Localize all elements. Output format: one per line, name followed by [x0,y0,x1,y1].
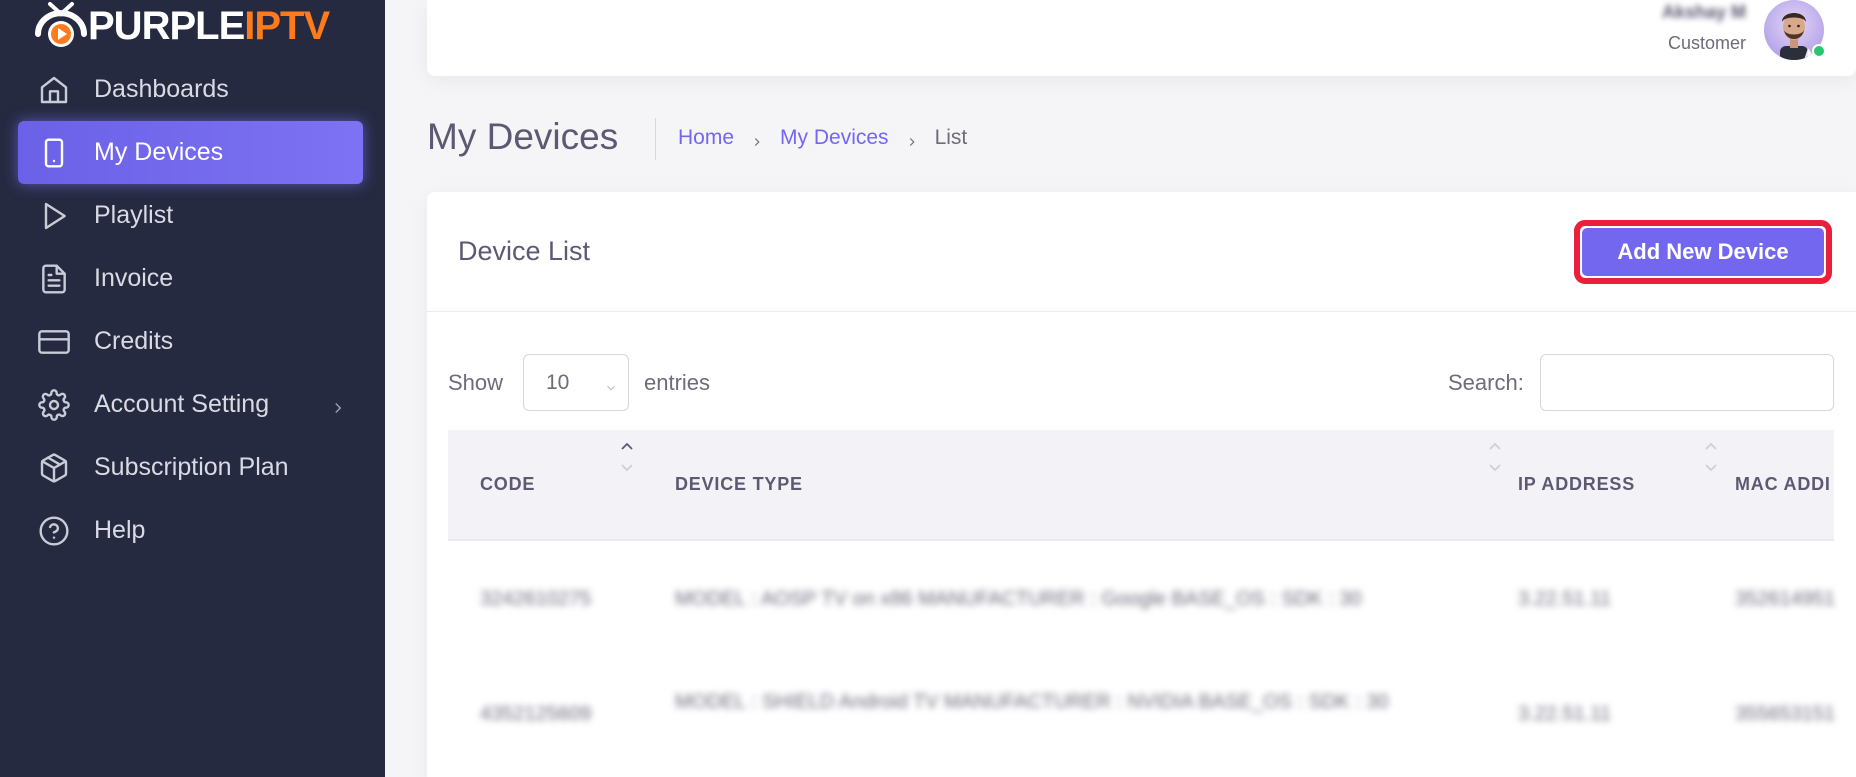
cell-device-type: MODEL : AOSP TV on x86 MANUFACTURER : Go… [675,588,1362,610]
package-icon [36,450,72,486]
chevron-right-icon [750,131,764,146]
credit-card-icon [36,324,72,360]
column-header-device-type[interactable]: DEVICE TYPE [675,474,803,495]
sidebar-item-playlist[interactable]: Playlist [18,184,363,247]
show-label: Show [448,370,504,395]
sort-icon[interactable] [1704,442,1718,477]
chevron-down-icon [604,377,618,391]
breadcrumb-current: List [934,126,968,149]
file-text-icon [36,261,72,297]
breadcrumb-home[interactable]: Home [678,126,734,150]
chevron-right-icon [905,131,919,146]
home-icon [36,72,72,108]
sidebar-item-label: Playlist [94,201,174,229]
cell-mac-address: 352614951 [1735,588,1836,610]
divider [427,311,1856,312]
sidebar-item-subscription-plan[interactable]: Subscription Plan [18,436,363,499]
brand-word-purple: PURPLE [88,4,245,48]
table-row[interactable]: 3242610275 MODEL : AOSP TV on x86 MANUFA… [448,543,1836,658]
sidebar-item-label: My Devices [94,138,224,166]
card-title: Device List [458,236,591,266]
search-input[interactable] [1540,354,1834,411]
page-size-value: 10 [546,370,570,394]
sidebar-item-dashboards[interactable]: Dashboards [18,58,363,121]
brand-word-iptv: IPTV [244,4,330,48]
breadcrumb-my-devices[interactable]: My Devices [780,126,889,150]
column-header-code[interactable]: CODE [480,474,535,495]
user-name[interactable]: Akshay M [1662,2,1746,23]
cell-mac-address: 355653151 [1735,703,1836,725]
tv-play-logo-icon [35,2,87,47]
column-header-ip-address[interactable]: IP ADDRESS [1518,474,1635,495]
table-header: CODE DEVICE TYPE IP ADDRESS MAC ADDI [448,430,1834,541]
gear-icon [36,387,72,423]
add-new-device-button[interactable]: Add New Device [1582,228,1824,276]
cell-ip-address: 3.22.51.11 [1518,703,1612,725]
search-label: Search: [1448,370,1524,395]
cell-code: 4352125609 [480,703,592,725]
heading-divider [655,118,656,160]
chevron-right-icon [329,395,347,414]
column-header-mac-address[interactable]: MAC ADDI [1735,474,1831,495]
entries-label: entries [644,370,711,395]
online-status-indicator [1812,44,1826,58]
page-size-select[interactable]: 10 [523,354,629,411]
brand-logo[interactable]: PURPLEIPTV [30,0,330,52]
sidebar-item-label: Help [94,516,146,544]
top-navbar: Akshay M Customer [427,0,1856,76]
smartphone-icon [36,135,72,171]
page-title: My Devices [427,116,619,157]
cell-device-type: MODEL : SHIELD Android TV MANUFACTURER :… [675,691,1389,713]
cell-code: 3242610275 [480,588,592,610]
sidebar-item-label: Dashboards [94,75,229,103]
sort-icon[interactable] [1488,442,1502,477]
brand-wordmark: PURPLEIPTV [88,4,330,48]
play-icon [36,198,72,234]
table-row[interactable]: 4352125609 MODEL : SHIELD Android TV MAN… [448,658,1836,773]
cell-ip-address: 3.22.51.11 [1518,588,1612,610]
sidebar-item-label: Subscription Plan [94,453,289,481]
sidebar-item-label: Account Setting [94,390,270,418]
sidebar-item-label: Invoice [94,264,174,292]
sidebar-nav: Dashboards My Devices Playlist Invoice C… [18,58,363,562]
sidebar-item-invoice[interactable]: Invoice [18,247,363,310]
sidebar-item-my-devices[interactable]: My Devices [18,121,363,184]
sidebar-item-account-setting[interactable]: Account Setting [18,373,363,436]
user-role: Customer [1667,33,1746,53]
sidebar-item-label: Credits [94,327,174,355]
device-list-card: Device List Add New Device Show 10 entri… [427,192,1856,777]
sidebar-item-credits[interactable]: Credits [18,310,363,373]
sort-asc-icon[interactable] [620,442,634,477]
help-circle-icon [36,513,72,549]
sidebar-item-help[interactable]: Help [18,499,363,562]
sidebar: PURPLEIPTV Dashboards My Devices Playlis… [0,0,385,777]
breadcrumb: Home My Devices List [678,126,967,150]
